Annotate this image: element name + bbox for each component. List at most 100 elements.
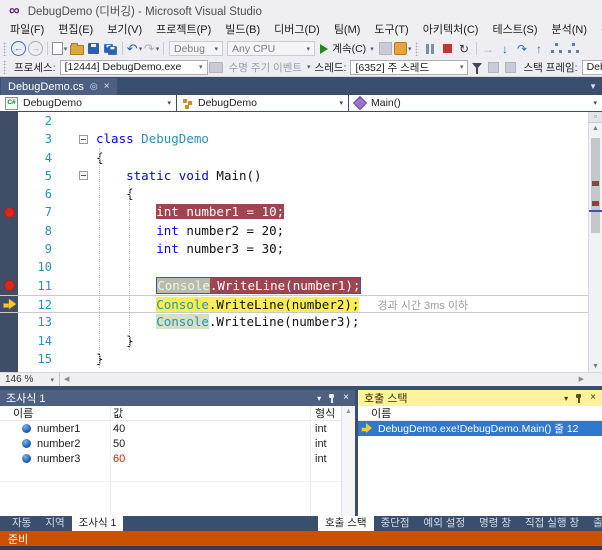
zoom-level-dropdown[interactable]: 146 %▾ [0,373,60,386]
breakpoint-icon[interactable] [4,207,15,218]
code-line[interactable]: 4{ [0,149,588,167]
navigate-back-button[interactable]: ← [10,41,27,57]
window-menu-icon[interactable]: ▾ [564,394,568,403]
pin-icon[interactable] [328,393,336,404]
stop-debugging-button[interactable] [439,41,456,57]
undo-button[interactable]: ↶▾ [126,41,143,57]
break-all-button[interactable] [422,41,439,57]
editor-glyph-margin[interactable] [0,130,18,148]
fold-margin[interactable] [64,332,96,350]
collapse-icon[interactable] [79,135,88,144]
code-line[interactable]: 11 Console.WriteLine(number1); [0,277,588,295]
menu-item[interactable]: 도구(T) [367,22,415,39]
fold-margin[interactable] [64,149,96,167]
tool-tab[interactable]: 출력 [586,516,602,531]
scroll-up-icon[interactable]: ▲ [589,123,602,134]
hierarchy-button[interactable] [548,41,565,57]
editor-horizontal-scrollbar[interactable]: ◀ ▶ [60,373,602,386]
code-line[interactable]: 8 int number2 = 20; [0,222,588,240]
fold-margin[interactable] [64,296,96,312]
menu-item[interactable]: 보기(V) [100,22,149,39]
tool-tab[interactable]: 직접 실행 창 [518,516,586,531]
save-button[interactable] [85,41,102,57]
collapse-icon[interactable] [79,171,88,180]
code-line[interactable]: 7 int number1 = 10; [0,203,588,221]
code-line[interactable]: 12 Console.WriteLine(number2);경과 시간 3ms … [0,295,588,313]
nav-dropdown-project[interactable]: DebugDemo▾ [0,95,176,111]
watch-panel-title-bar[interactable]: 조사식 1 ▾ × [0,390,355,406]
fold-margin[interactable] [64,350,96,368]
code-line[interactable]: 13 Console.WriteLine(number3); [0,313,588,331]
navigate-forward-button[interactable]: → [27,41,44,57]
fold-margin[interactable] [64,112,96,130]
toolbar-grip[interactable] [3,42,7,56]
fold-margin[interactable] [64,258,96,276]
menu-item[interactable]: 빌드(B) [218,22,267,39]
watch-empty-row[interactable] [0,466,355,482]
nav-dropdown-method[interactable]: Main()▾ [349,95,602,111]
fold-margin[interactable] [64,185,96,203]
splitter-handle[interactable]: ▫ [589,112,602,123]
process-dropdown[interactable]: [12444] DebugDemo.exe▾ [60,60,208,75]
show-next-statement-button[interactable]: → [480,41,497,57]
tool-tab[interactable]: 예외 설정 [417,516,473,531]
code-line[interactable]: 10 [0,258,588,276]
editor-glyph-margin[interactable] [0,296,18,312]
code-line[interactable]: 9 int number3 = 30; [0,240,588,258]
step-over-button[interactable]: ↷ [514,41,531,57]
window-menu-icon[interactable]: ▾ [317,394,321,403]
editor-glyph-margin[interactable] [0,350,18,368]
fold-margin[interactable] [64,130,96,148]
call-stack-frame[interactable]: DebugDemo.exe!DebugDemo.Main() 줄 12 [358,421,602,436]
tool-tab[interactable]: 지역 [38,516,71,531]
editor-glyph-margin[interactable] [0,167,18,185]
menu-item[interactable]: 팀(M) [327,22,368,39]
save-all-button[interactable] [102,41,119,57]
nav-dropdown-class[interactable]: DebugDemo▾ [177,95,348,111]
pin-icon[interactable] [575,393,583,404]
variable-value[interactable]: 60 [110,453,310,465]
code-line[interactable]: 14 } [0,332,588,350]
filter-button[interactable] [468,59,485,75]
tool-tab[interactable]: 조사식 1 [72,516,124,531]
breakpoint-icon[interactable] [4,280,15,291]
menu-item[interactable]: 테스트(S) [485,22,544,39]
code-line[interactable]: 2 [0,112,588,130]
thread-dropdown[interactable]: [6352] 주 스레드▾ [350,60,468,75]
tab-debugdemo-cs[interactable]: DebugDemo.cs ◎ × [1,78,117,95]
editor-glyph-margin[interactable] [0,277,18,295]
menu-item[interactable]: 편집(E) [51,22,100,39]
menu-item[interactable]: 디버그(D) [267,22,327,39]
breakpoint-window-button[interactable] [377,41,394,57]
fold-margin[interactable] [64,240,96,258]
close-icon[interactable]: × [590,393,596,403]
scroll-right-icon[interactable]: ▶ [579,375,584,383]
document-list-dropdown-icon[interactable]: ▼ [589,82,597,91]
solution-platform-dropdown[interactable]: Any CPU▾ [227,41,315,56]
editor-glyph-margin[interactable] [0,222,18,240]
restart-button[interactable]: ↻ [456,41,473,57]
menu-item[interactable]: 파일(F) [3,22,51,39]
lifecycle-events-icon[interactable] [208,59,225,75]
close-icon[interactable]: × [343,393,349,403]
hierarchy-alt-button[interactable] [565,41,582,57]
scroll-up-icon[interactable]: ▲ [342,406,355,418]
editor-glyph-margin[interactable] [0,332,18,350]
pin-icon[interactable]: ◎ [90,81,98,92]
lifecycle-events-label[interactable]: 수명 주기 이벤트 [229,60,302,75]
menu-item[interactable]: 프로젝트(P) [149,22,218,39]
code-line[interactable]: 5 static void Main() [0,167,588,185]
code-line[interactable]: 3class DebugDemo [0,130,588,148]
open-file-button[interactable] [68,41,85,57]
fold-margin[interactable] [64,203,96,221]
fold-margin[interactable] [64,277,96,295]
call-stack-title-bar[interactable]: 호출 스택 ▾ × [358,390,602,406]
editor-glyph-margin[interactable] [0,203,18,221]
editor-glyph-margin[interactable] [0,258,18,276]
code-editor[interactable]: 23class DebugDemo4{5 static void Main()6… [0,112,602,372]
menu-item[interactable]: 아키텍처(C) [416,22,486,39]
tool-tab[interactable]: 중단점 [374,516,417,531]
menu-item[interactable]: 창(W) [594,22,602,39]
watch-row[interactable]: number1 40 int [0,421,355,436]
editor-glyph-margin[interactable] [0,313,18,331]
